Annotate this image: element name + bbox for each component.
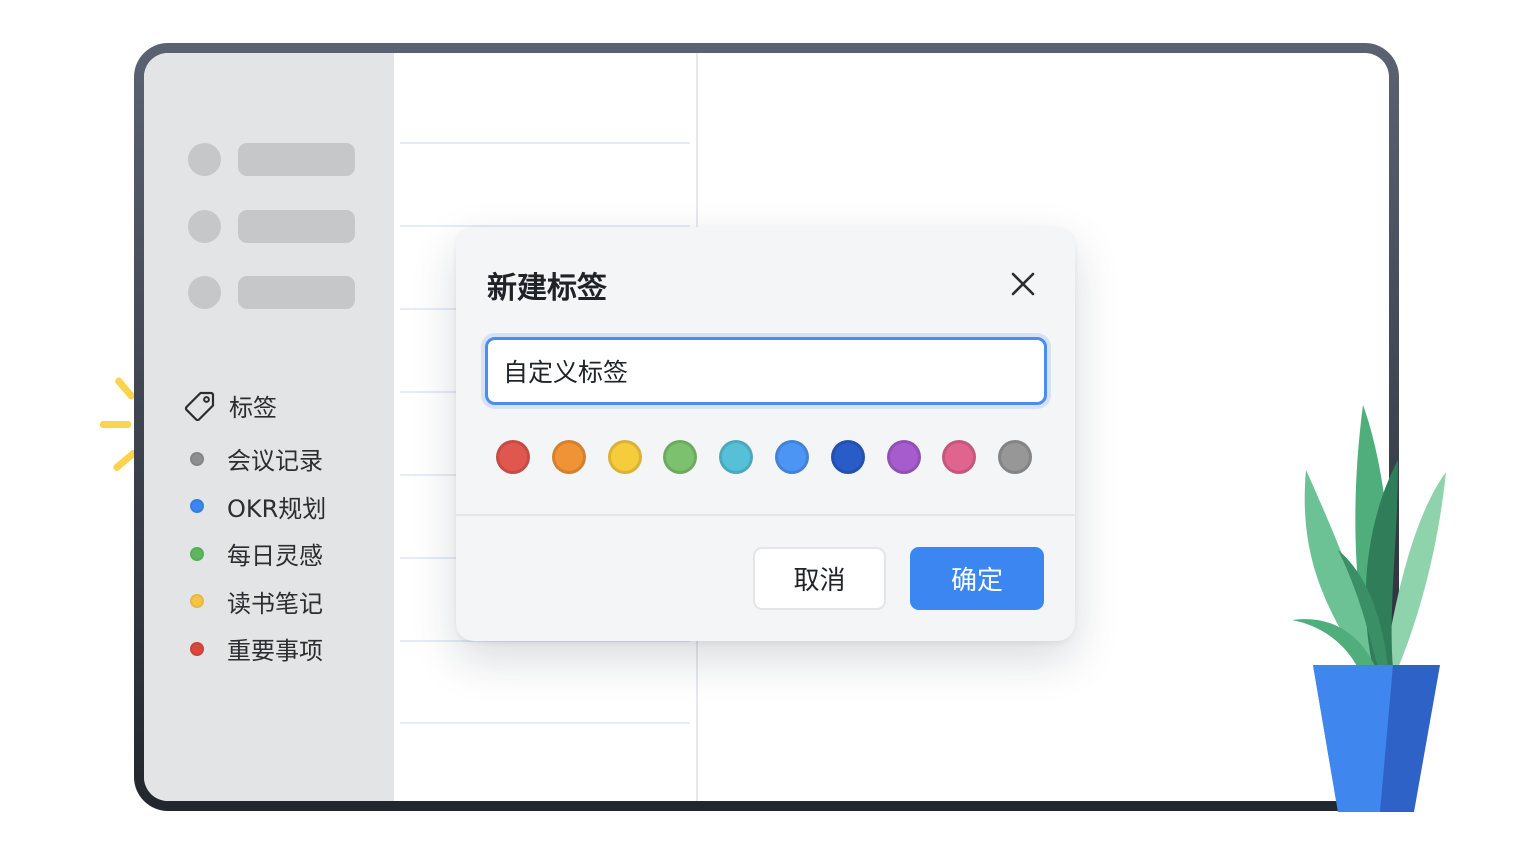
color-swatch-orange[interactable]	[551, 440, 586, 474]
skeleton-label	[238, 143, 355, 176]
tag-item-meeting-notes[interactable]: 会议记录	[190, 435, 326, 483]
color-swatch-red[interactable]	[496, 440, 530, 474]
dialog-divider	[456, 514, 1075, 516]
tags-section-header[interactable]: 标签	[184, 388, 277, 423]
tag-icon	[184, 390, 216, 422]
cancel-button[interactable]: 取消	[753, 547, 886, 610]
potted-plant-illustration	[1292, 405, 1446, 812]
skeleton-avatar	[188, 210, 221, 243]
sparkle-line	[113, 376, 137, 401]
confirm-button[interactable]: 确定	[910, 547, 1044, 610]
tag-name-input[interactable]	[503, 356, 1044, 386]
skeleton-label	[238, 276, 355, 309]
color-swatch-purple[interactable]	[886, 440, 921, 474]
skeleton-avatar	[188, 143, 221, 176]
color-swatch-pink[interactable]	[942, 440, 977, 474]
tag-item-daily-inspiration[interactable]: 每日灵感	[190, 530, 326, 578]
tags-section-label: 标签	[229, 394, 277, 422]
sidebar: 标签 会议记录 OKR规划 每日灵感 读书笔记 重要事项	[144, 53, 394, 801]
tag-color-dot	[190, 641, 204, 656]
illustration-stage: 标签 会议记录 OKR规划 每日灵感 读书笔记 重要事项 新建标签 自定义标签 …	[0, 0, 1532, 854]
color-swatch-cyan[interactable]	[719, 440, 754, 474]
note-list-divider	[400, 142, 690, 144]
tag-item-reading-notes[interactable]: 读书笔记	[190, 578, 326, 626]
note-list-divider	[400, 722, 690, 724]
sparkle-line	[100, 421, 131, 428]
tag-item-label: 重要事项	[227, 637, 323, 666]
color-swatch-blue[interactable]	[774, 440, 809, 474]
tag-name-field[interactable]	[485, 337, 1047, 405]
tag-color-dot	[190, 499, 204, 514]
color-swatch-dark-blue[interactable]	[830, 440, 865, 474]
tag-item-label: 读书笔记	[227, 589, 323, 618]
tag-item-important[interactable]: 重要事项	[190, 625, 326, 673]
tag-item-label: OKR规划	[227, 494, 327, 523]
tag-list: 会议记录 OKR规划 每日灵感 读书笔记 重要事项	[190, 435, 326, 673]
tag-item-okr-planning[interactable]: OKR规划	[190, 483, 326, 531]
tag-color-dot	[190, 594, 204, 609]
color-swatch-green[interactable]	[663, 440, 698, 474]
color-swatch-gray[interactable]	[998, 440, 1033, 474]
close-icon	[1011, 272, 1035, 296]
skeleton-avatar	[188, 276, 221, 309]
skeleton-label	[238, 210, 355, 243]
color-picker	[496, 440, 1033, 474]
close-button[interactable]	[1008, 269, 1038, 299]
tag-color-dot	[190, 451, 204, 466]
tag-item-label: 每日灵感	[227, 542, 323, 571]
dialog-title: 新建标签	[487, 271, 607, 306]
new-tag-dialog: 新建标签 取消 确定	[456, 227, 1075, 641]
tag-item-label: 会议记录	[227, 447, 323, 476]
color-swatch-yellow[interactable]	[607, 440, 642, 474]
tag-color-dot	[190, 546, 204, 561]
